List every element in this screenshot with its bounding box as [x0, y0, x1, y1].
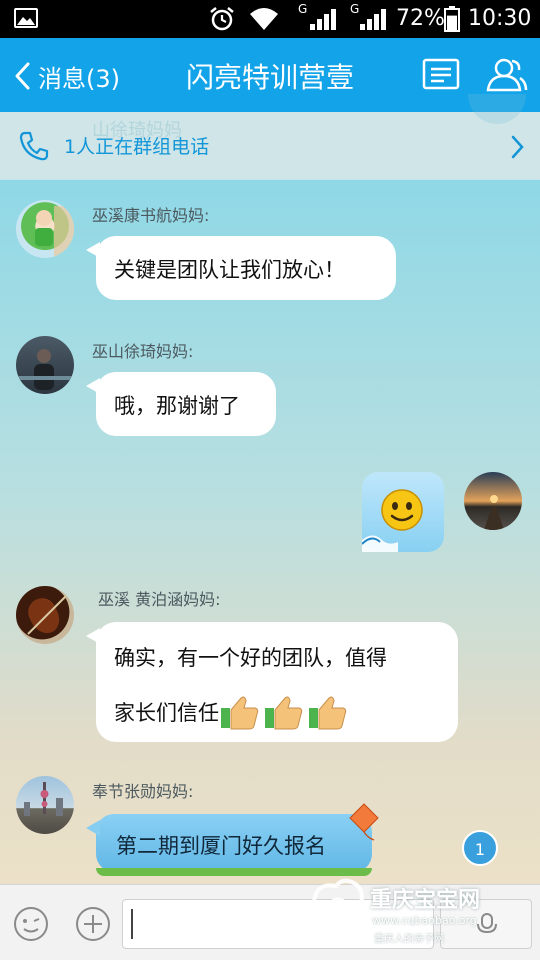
text-caret [131, 909, 133, 939]
sender-name: 奉节张勋妈妈: [92, 782, 194, 801]
dark-photo-avatar[interactable] [16, 336, 74, 394]
avatar-shadow [468, 94, 526, 124]
input-bar [0, 884, 540, 960]
clock-time: 10:30 [468, 6, 532, 31]
status-bar: G G 72% 10:30 [0, 0, 540, 38]
thumbs-up-icon [221, 696, 347, 730]
city-skyline-avatar[interactable] [16, 776, 74, 834]
message-text: 哦，那谢谢了 [114, 394, 240, 418]
message-text-line1: 确实，有一个好的团队，值得 [114, 646, 387, 670]
signal-bars-icon [310, 9, 336, 30]
sunset-photo-avatar[interactable] [464, 472, 522, 530]
members-icon[interactable] [484, 56, 528, 94]
message-bubble[interactable]: 确实，有一个好的团队，值得 家长们信任 [86, 622, 458, 742]
message-bubble[interactable]: 第二期到厦门好久报名 [86, 803, 379, 876]
alarm-clock-icon [210, 7, 234, 31]
message-text-line2: 家长们信任 [114, 701, 219, 725]
chevron-right-icon [511, 135, 524, 159]
title-bar: 消息(3) 闪亮特训营壹 [0, 38, 540, 112]
message-bubble[interactable]: 哦，那谢谢了 [86, 372, 276, 436]
child-photo-avatar[interactable] [16, 200, 74, 258]
signal-label-1: G [298, 2, 308, 16]
group-call-banner[interactable]: 山徐琦妈妈 1人正在群组电话 [0, 94, 540, 180]
chat-area[interactable]: 巫溪康书航妈妈: 关键是团队让我们放心！ 巫山徐琦妈妈: 哦，那谢谢了 巫溪 黄… [0, 180, 540, 884]
message-bubble[interactable]: 关键是团队让我们放心！ [86, 236, 396, 300]
message-input[interactable] [122, 899, 434, 949]
wifi-icon [250, 8, 278, 30]
plus-icon[interactable] [74, 905, 112, 943]
phone-icon [19, 131, 49, 161]
signal-bars-icon [360, 9, 386, 30]
group-profile-icon[interactable] [422, 56, 460, 92]
my-emoji-bubble[interactable] [362, 472, 444, 552]
voice-icon [477, 913, 497, 934]
sender-name: 巫山徐琦妈妈: [92, 342, 194, 361]
gallery-icon [14, 8, 38, 28]
sender-name: 巫溪 黄泊涵妈妈: [98, 590, 221, 609]
message-text: 第二期到厦门好久报名 [116, 834, 326, 858]
kite-icon [349, 803, 379, 841]
battery-icon [444, 6, 460, 32]
battery-percent: 72% [396, 6, 445, 31]
call-status-text: 1人正在群组电话 [64, 136, 210, 158]
voice-button[interactable] [440, 899, 532, 949]
message-text: 关键是团队让我们放心！ [114, 258, 345, 282]
emoji-icon[interactable] [12, 905, 50, 943]
violin-photo-avatar[interactable] [16, 586, 74, 644]
sender-name: 巫溪康书航妈妈: [92, 206, 210, 225]
unread-badge[interactable]: 1 [462, 830, 498, 866]
